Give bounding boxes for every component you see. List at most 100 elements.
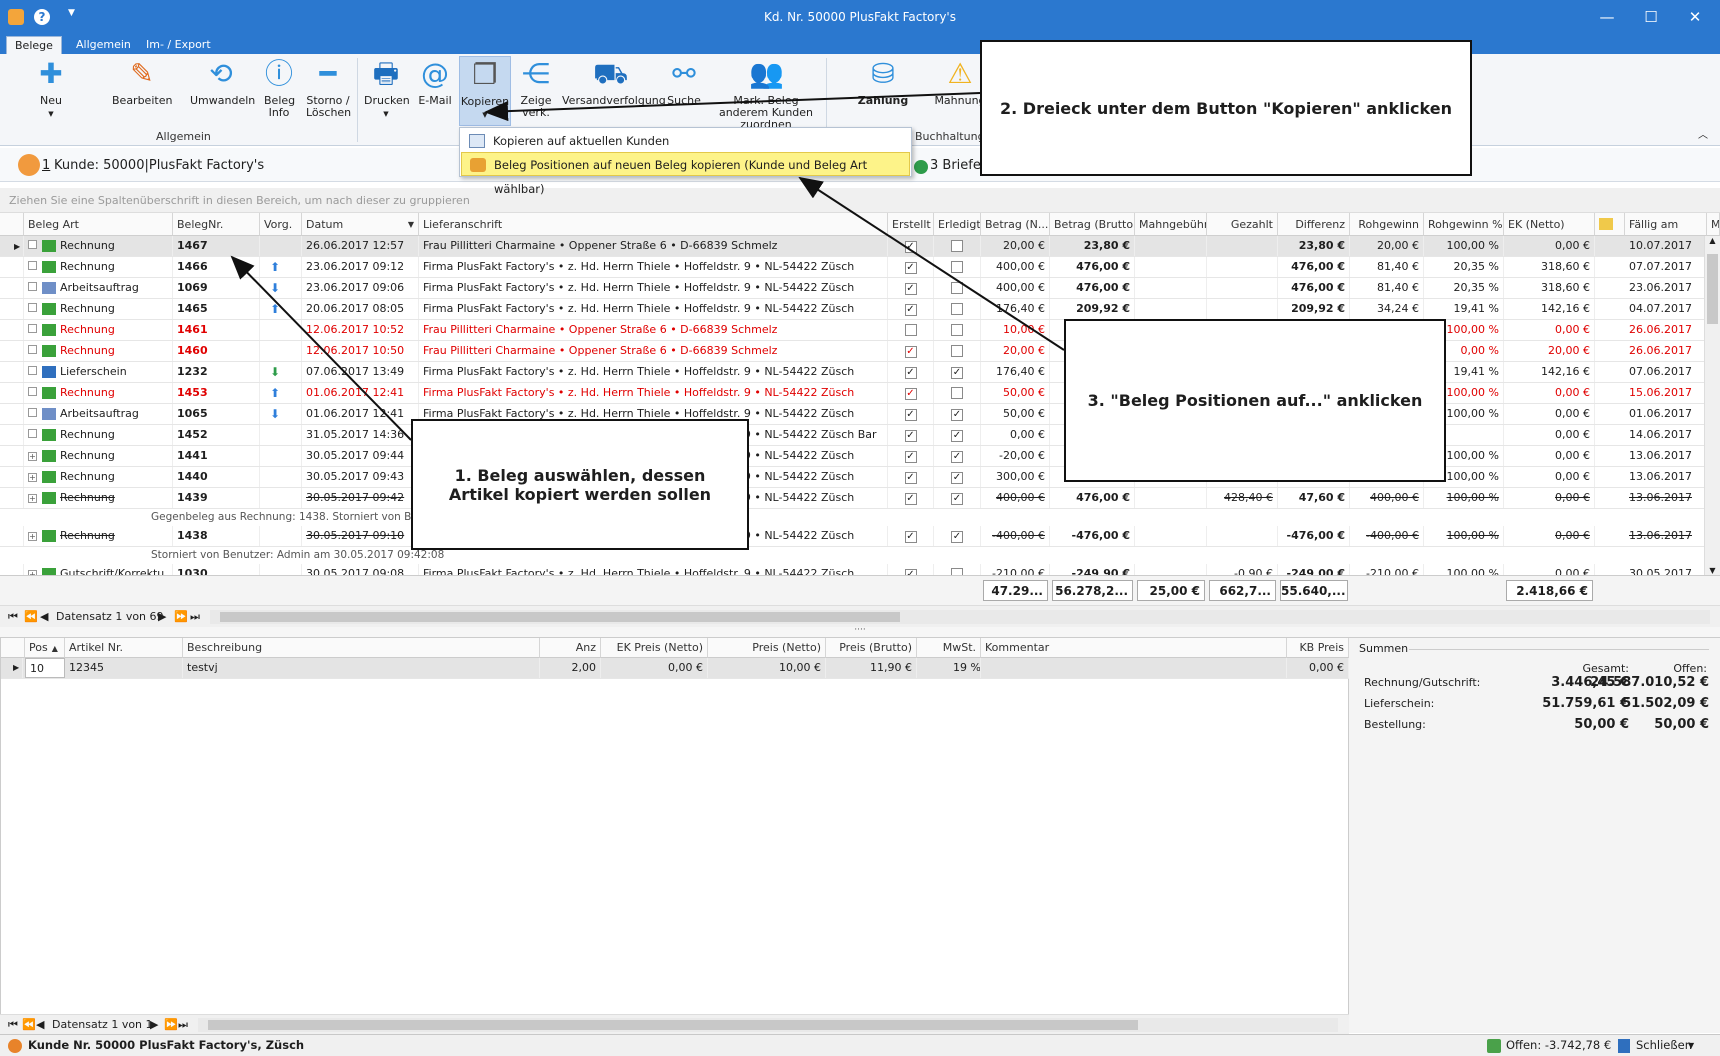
cell-datum[interactable]: 30.05.2017 09:42 bbox=[302, 488, 419, 508]
cell-mahngebuehr[interactable] bbox=[1135, 278, 1207, 298]
cell-datum[interactable]: 30.05.2017 09:44 bbox=[302, 446, 419, 466]
cell-preis-brutto[interactable]: 11,90 € bbox=[826, 658, 917, 678]
cell-erledigt[interactable]: ✓ bbox=[934, 425, 981, 445]
cell-erledigt[interactable]: ✓ bbox=[934, 488, 981, 508]
expand-toggle[interactable] bbox=[28, 303, 37, 312]
cell-lieferanschrift[interactable]: Firma PlusFakt Factory's • z. Hd. Herrn … bbox=[419, 383, 888, 403]
nav-prev-page-icon[interactable]: ⏪ bbox=[24, 606, 38, 628]
table-row[interactable]: Rechnung 1461 12.06.2017 10:52 Frau Pillitt… bbox=[0, 320, 1707, 341]
collapse-ribbon-icon[interactable]: ︿ bbox=[1698, 126, 1708, 141]
cell-datum[interactable]: 23.06.2017 09:12 bbox=[302, 257, 419, 277]
cell-ek-netto[interactable]: 0,00 € bbox=[1504, 383, 1595, 403]
lcol-ek-preis[interactable]: EK Preis (Netto) bbox=[601, 638, 708, 658]
hscroll-thumb[interactable] bbox=[208, 1020, 1138, 1030]
nav-next-page-icon[interactable]: ⏩ bbox=[164, 1015, 178, 1035]
cell-erstellt[interactable]: ✓ bbox=[888, 341, 934, 361]
cell-datum[interactable]: 12.06.2017 10:52 bbox=[302, 320, 419, 340]
cell-mahngebuehr[interactable] bbox=[1135, 257, 1207, 277]
expand-toggle[interactable]: + bbox=[28, 452, 37, 461]
cell-belegnr[interactable]: 1460 bbox=[173, 341, 260, 361]
erledigt-checkbox[interactable] bbox=[951, 568, 963, 575]
cell-vorg[interactable] bbox=[260, 446, 302, 466]
cell-belegnr[interactable]: 1452 bbox=[173, 425, 260, 445]
cell-vorg[interactable] bbox=[260, 564, 302, 575]
cell-beleg-art[interactable]: Rechnung bbox=[24, 320, 173, 340]
cell-ek-netto[interactable]: 142,16 € bbox=[1504, 362, 1595, 382]
cell-belegnr[interactable]: 1069 bbox=[173, 278, 260, 298]
cell-vorg[interactable] bbox=[260, 236, 302, 256]
cell-erledigt[interactable] bbox=[934, 320, 981, 340]
cell-differenz[interactable]: 476,00 € bbox=[1278, 257, 1350, 277]
cell-faellig-am[interactable]: 26.06.2017 bbox=[1625, 320, 1707, 340]
table-row[interactable]: + Gutschrift/Korrektu... 1030 30.05.2017 09… bbox=[0, 564, 1707, 575]
cell-gezahlt[interactable] bbox=[1207, 299, 1278, 319]
cell-erledigt[interactable] bbox=[934, 564, 981, 575]
suche-button[interactable]: ⚯ Suche bbox=[664, 58, 704, 107]
cell-vorg[interactable]: ⬆ bbox=[260, 383, 302, 403]
cell-ek-netto[interactable]: 0,00 € bbox=[1504, 236, 1595, 256]
email-button[interactable]: @ E-Mail bbox=[416, 58, 454, 107]
erledigt-checkbox[interactable]: ✓ bbox=[951, 493, 963, 505]
vertical-scrollbar[interactable]: ▲ ▼ bbox=[1704, 236, 1720, 575]
cell-datum[interactable]: 23.06.2017 09:06 bbox=[302, 278, 419, 298]
erstellt-checkbox[interactable]: ✓ bbox=[904, 262, 917, 274]
cell-erstellt[interactable]: ✓ bbox=[888, 362, 934, 382]
cell-faellig-am[interactable]: 07.06.2017 bbox=[1625, 362, 1707, 382]
cell-betrag-netto[interactable]: 10,00 € bbox=[981, 320, 1050, 340]
erstellt-checkbox[interactable]: ✓ bbox=[904, 346, 917, 358]
nav-next-icon[interactable]: ▶ bbox=[150, 1015, 158, 1035]
cell-erstellt[interactable]: ✓ bbox=[888, 564, 934, 575]
minimize-button[interactable]: — bbox=[1592, 6, 1622, 28]
neu-button[interactable]: ✚ Neu ▼ bbox=[32, 58, 70, 120]
cell-faellig-am[interactable]: 14.06.2017 bbox=[1625, 425, 1707, 445]
cell-betrag-brutto[interactable]: 476,00 € bbox=[1050, 488, 1135, 508]
cell-betrag-netto[interactable]: 0,00 € bbox=[981, 425, 1050, 445]
cell-beleg-art[interactable]: Rechnung bbox=[24, 236, 173, 256]
cell-pos[interactable]: 10 bbox=[25, 658, 65, 678]
cell-lieferanschrift[interactable]: Firma PlusFakt Factory's • z. Hd. Herrn … bbox=[419, 362, 888, 382]
cell-ek-preis[interactable]: 0,00 € bbox=[601, 658, 708, 678]
chevron-down-icon[interactable]: ▼ bbox=[1688, 1035, 1694, 1056]
nav-next-icon[interactable]: ▶ bbox=[158, 606, 166, 628]
cell-faellig-am[interactable]: 01.06.2017 bbox=[1625, 404, 1707, 424]
cell-lieferanschrift[interactable]: Firma PlusFakt Factory's • z. Hd. Herrn … bbox=[419, 564, 888, 575]
cell-vorg[interactable]: ⬆ bbox=[260, 299, 302, 319]
erledigt-checkbox[interactable] bbox=[951, 303, 963, 315]
cell-vorg[interactable]: ⬇ bbox=[260, 404, 302, 424]
col-header-erstellt[interactable]: Erstellt bbox=[888, 213, 934, 236]
col-header-datum[interactable]: Datum ▼ bbox=[302, 213, 419, 236]
cell-ek-netto[interactable]: 0,00 € bbox=[1504, 446, 1595, 466]
nav-next-page-icon[interactable]: ⏩ bbox=[174, 606, 188, 628]
erledigt-checkbox[interactable] bbox=[951, 345, 963, 357]
lcol-kb-preis[interactable]: KB Preis bbox=[1287, 638, 1349, 658]
row-indicator[interactable] bbox=[0, 425, 24, 445]
col-header-belegnr[interactable]: BelegNr. bbox=[173, 213, 260, 236]
hscroll-thumb[interactable] bbox=[220, 612, 900, 622]
erledigt-checkbox[interactable]: ✓ bbox=[951, 430, 963, 442]
scroll-up-icon[interactable]: ▲ bbox=[1705, 236, 1720, 245]
expand-toggle[interactable]: + bbox=[28, 532, 37, 541]
cell-rohgewinn[interactable]: 34,24 € bbox=[1350, 299, 1424, 319]
cell-belegnr[interactable]: 1453 bbox=[173, 383, 260, 403]
cell-belegnr[interactable]: 1441 bbox=[173, 446, 260, 466]
nav-prev-icon[interactable]: ◀ bbox=[36, 1015, 44, 1035]
splitter[interactable]: ···· bbox=[0, 626, 1720, 637]
cell-lieferanschrift[interactable]: Frau Pillitteri Charmaine • Oppener Stra… bbox=[419, 236, 888, 256]
cell-datum[interactable]: 30.05.2017 09:08 bbox=[302, 564, 419, 575]
cell-erstellt[interactable]: ✓ bbox=[888, 488, 934, 508]
cell-ek-netto[interactable]: 0,00 € bbox=[1504, 425, 1595, 445]
cell-vorg[interactable] bbox=[260, 425, 302, 445]
table-row[interactable]: Arbeitsauftrag 1065 ⬇ 01.06.2017 12:41 Firma… bbox=[0, 404, 1707, 425]
table-row[interactable]: Rechnung 1460 12.06.2017 10:50 Frau Pillitt… bbox=[0, 341, 1707, 362]
cell-anz[interactable]: 2,00 bbox=[540, 658, 601, 678]
col-header-lieferanschrift[interactable]: Lieferanschrift bbox=[419, 213, 888, 236]
row-indicator[interactable] bbox=[0, 404, 24, 424]
cell-betrag-brutto[interactable]: 23,80 € bbox=[1050, 236, 1135, 256]
tab-im-export[interactable]: Im- / Export bbox=[138, 36, 219, 54]
customer-count[interactable]: 1 bbox=[42, 158, 50, 173]
kopieren-button[interactable]: ❐ Kopieren ▼ bbox=[459, 56, 511, 126]
cell-differenz[interactable]: 23,80 € bbox=[1278, 236, 1350, 256]
zahlung-button[interactable]: ⛁ Zahlung bbox=[848, 58, 918, 107]
erstellt-checkbox[interactable]: ✓ bbox=[904, 283, 917, 295]
cell-rohgewinn-prozent[interactable]: 100,00 % bbox=[1424, 236, 1504, 256]
